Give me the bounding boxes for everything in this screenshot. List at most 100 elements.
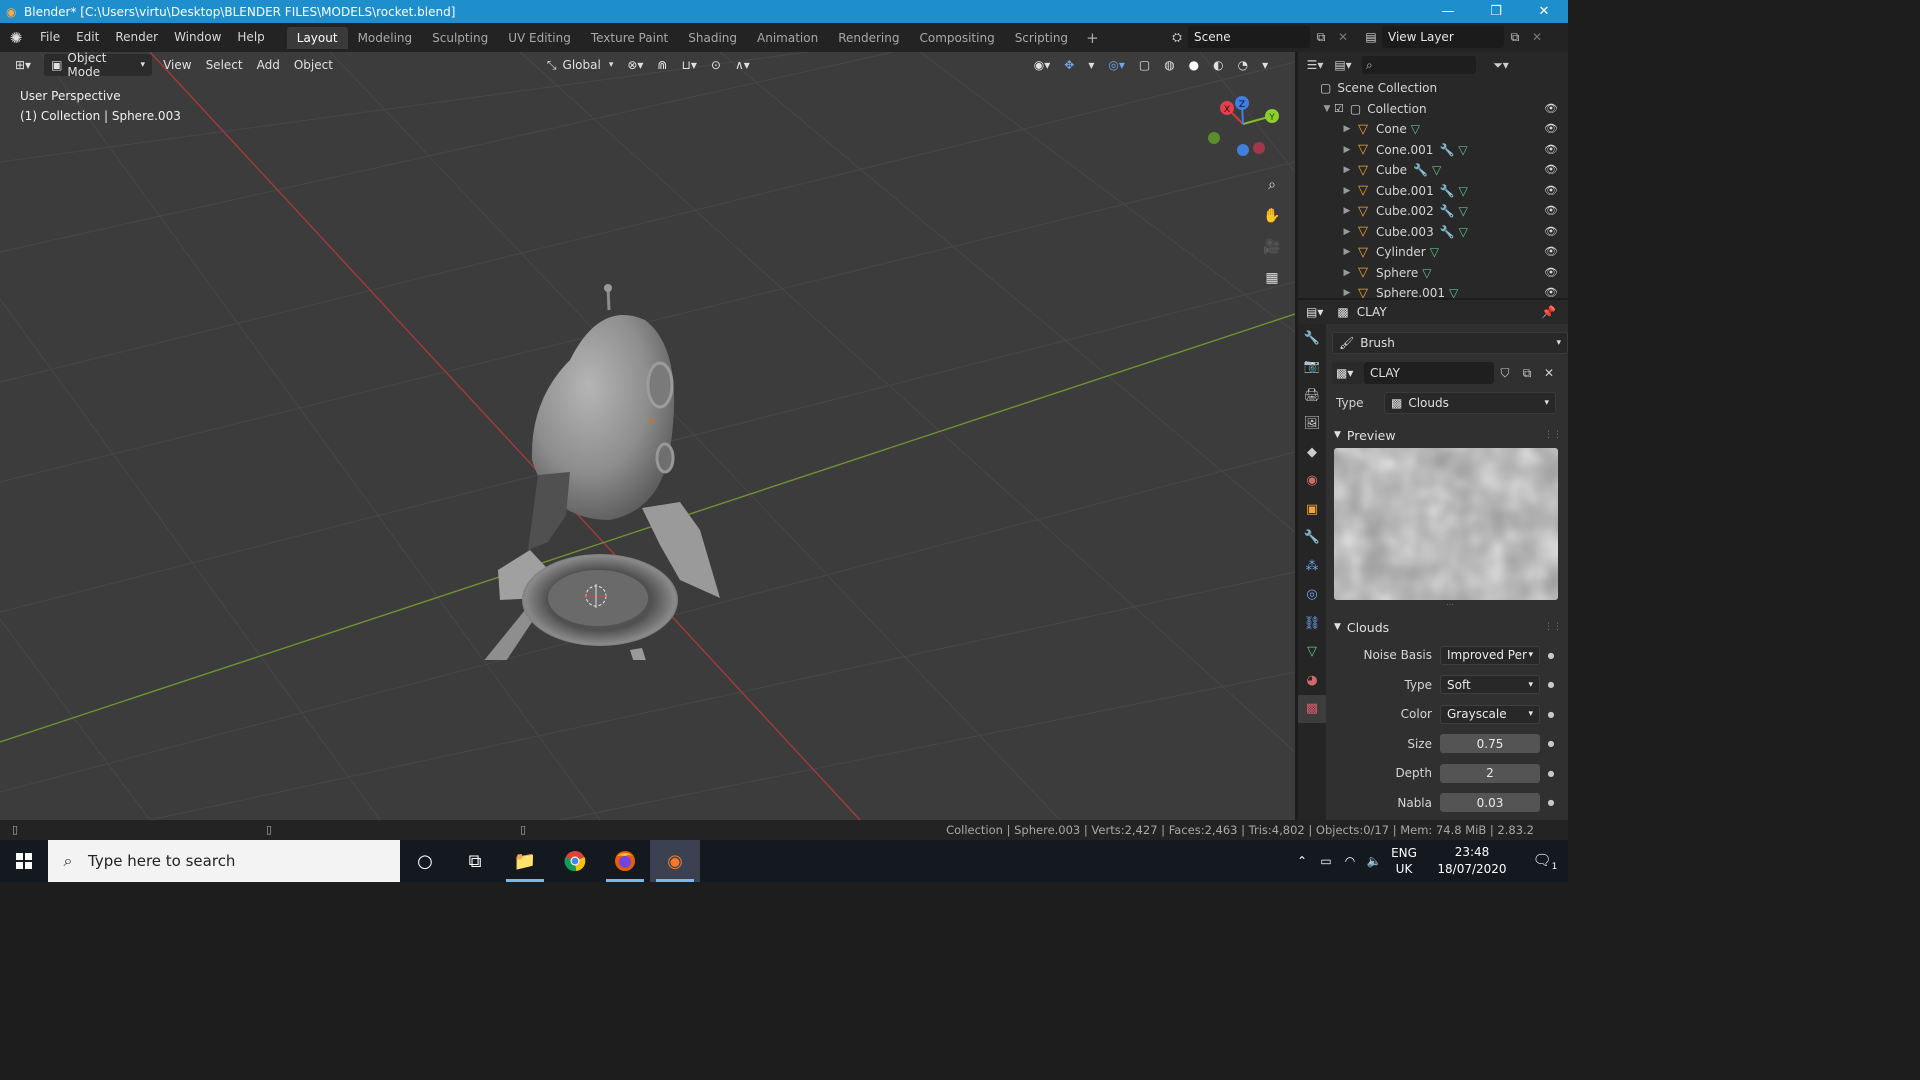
texture-browse-icon[interactable]: ▩▾ (1332, 362, 1364, 384)
keyframe-dot-icon[interactable]: ● (1544, 769, 1558, 778)
taskbar-clock[interactable]: 23:48 18/07/2020 (1422, 844, 1522, 878)
collection-row[interactable]: ▼ ☑ ▢ Collection 👁 (1298, 99, 1568, 120)
firefox-icon[interactable] (600, 840, 650, 882)
render-tab-icon[interactable]: 📷 (1298, 353, 1326, 382)
menu-help[interactable]: Help (229, 23, 272, 52)
mesh-data-icon[interactable]: ▽ (1459, 184, 1468, 198)
material-shading-icon[interactable]: ◐ (1206, 54, 1230, 76)
keyframe-dot-icon[interactable]: ● (1544, 739, 1558, 748)
view-layer-field[interactable]: View Layer (1382, 26, 1504, 48)
mesh-data-icon[interactable]: ▽ (1459, 225, 1468, 239)
tab-texture-paint[interactable]: Texture Paint (581, 27, 678, 49)
texture-name-field[interactable]: CLAY (1364, 362, 1494, 384)
keyframe-dot-icon[interactable]: ● (1544, 798, 1558, 807)
expand-arrow-icon[interactable]: ▶ (1340, 124, 1354, 134)
eye-icon[interactable]: 👁 (1544, 163, 1558, 176)
clouds-panel-header[interactable]: ▼ Clouds ⋮⋮ (1332, 614, 1568, 640)
input-language[interactable]: ENG UK (1386, 845, 1422, 877)
expand-arrow-icon[interactable]: ▶ (1340, 247, 1354, 257)
scene-tab-icon[interactable]: ◆ (1298, 438, 1326, 467)
eye-icon[interactable]: 👁 (1544, 143, 1558, 156)
expand-arrow-icon[interactable]: ▶ (1340, 186, 1354, 196)
outliner-object-row[interactable]: ▶ ▽ Cone ▽ 👁 (1298, 119, 1568, 140)
texture-type-dropdown[interactable]: ▩ Clouds ▾ (1384, 392, 1556, 414)
tab-layout[interactable]: Layout (286, 26, 348, 49)
overlays-icon[interactable]: ◎▾ (1101, 54, 1132, 76)
modifier-wrench-icon[interactable]: 🔧 (1439, 143, 1454, 157)
menu-render[interactable]: Render (107, 23, 166, 52)
property-value-field[interactable]: 2 (1440, 763, 1540, 783)
shading-dropdown-icon[interactable]: ▾ (1255, 54, 1275, 76)
mesh-data-icon[interactable]: ▽ (1459, 204, 1468, 218)
minimize-button[interactable]: — (1424, 0, 1472, 23)
drag-handle-icon[interactable]: ⋮⋮ (1544, 430, 1562, 440)
preview-panel-header[interactable]: ▼ Preview ⋮⋮ (1332, 422, 1568, 448)
keyframe-dot-icon[interactable]: ● (1544, 710, 1558, 719)
outliner-object-row[interactable]: ▶ ▽ Cube.003 🔧 ▽ 👁 (1298, 222, 1568, 243)
property-value-field[interactable]: Improved Perlin▾ (1440, 645, 1540, 665)
tab-modeling[interactable]: Modeling (348, 27, 423, 49)
tool-tab-icon[interactable]: 🔧 (1298, 324, 1326, 353)
navigation-gizmo[interactable]: X Z Y (1203, 94, 1288, 179)
start-button[interactable] (0, 840, 48, 882)
world-tab-icon[interactable]: ◉ (1298, 467, 1326, 496)
outliner-editor-icon[interactable]: ☰▾ (1304, 54, 1326, 76)
eye-icon[interactable]: 👁 (1544, 102, 1558, 115)
expand-arrow-icon[interactable]: ▶ (1340, 268, 1354, 278)
eye-icon[interactable]: 👁 (1544, 204, 1558, 217)
expand-arrow-icon[interactable]: ▶ (1340, 227, 1354, 237)
proportional-edit-icon[interactable]: ⊙ (704, 54, 728, 76)
snap-target-icon[interactable]: ⊔▾ (674, 54, 703, 76)
xray-icon[interactable]: ▢ (1132, 54, 1157, 76)
keyframe-dot-icon[interactable]: ● (1544, 680, 1558, 689)
rocket-model[interactable] (470, 280, 750, 660)
scene-name-field[interactable]: Scene (1188, 26, 1310, 48)
3d-viewport[interactable]: ⊞▾ ▣ Object Mode ▾ View Select Add Objec… (0, 52, 1295, 820)
properties-editor-icon[interactable]: ▤▾ (1306, 305, 1323, 319)
expand-arrow-icon[interactable]: ▶ (1340, 165, 1354, 175)
tab-rendering[interactable]: Rendering (828, 27, 909, 49)
eye-icon[interactable]: 👁 (1544, 225, 1558, 238)
transform-orientation-dropdown[interactable]: ⤡ Global ▾ (540, 54, 620, 76)
zoom-icon[interactable]: ⌕ (1259, 172, 1285, 198)
blender-logo-icon[interactable]: ✺ (0, 29, 32, 47)
tab-sculpting[interactable]: Sculpting (422, 27, 498, 49)
menu-select[interactable]: Select (199, 54, 250, 76)
camera-view-icon[interactable]: 🎥 (1259, 234, 1285, 260)
editor-type-icon[interactable]: ⊞▾ (8, 54, 38, 76)
pin-icon[interactable]: 📌 (1541, 305, 1556, 319)
property-value-field[interactable]: 0.75 (1440, 734, 1540, 753)
gizmo-dropdown-icon[interactable]: ▾ (1081, 54, 1101, 76)
falloff-icon[interactable]: ∧▾ (728, 54, 757, 76)
volume-icon[interactable]: 🔈 (1362, 854, 1386, 868)
property-value-field[interactable]: Grayscale ▾ (1440, 704, 1540, 724)
tab-shading[interactable]: Shading (678, 27, 747, 49)
delete-view-layer-icon[interactable]: ✕ (1526, 26, 1548, 48)
property-value-field[interactable]: 0.03 (1440, 793, 1540, 812)
new-scene-icon[interactable]: ⧉ (1310, 26, 1332, 48)
eye-icon[interactable]: 👁 (1544, 245, 1558, 258)
data-tab-icon[interactable]: ▽ (1298, 638, 1326, 667)
modifier-wrench-icon[interactable]: 🔧 (1440, 225, 1455, 239)
cortana-icon[interactable]: ○ (400, 840, 450, 882)
outliner-object-row[interactable]: ▶ ▽ Sphere.001 ▽ 👁 (1298, 283, 1568, 298)
outliner-object-row[interactable]: ▶ ▽ Cube.002 🔧 ▽ 👁 (1298, 201, 1568, 222)
eye-icon[interactable]: 👁 (1544, 184, 1558, 197)
modifier-wrench-icon[interactable]: 🔧 (1440, 184, 1455, 198)
delete-scene-icon[interactable]: ✕ (1332, 26, 1354, 48)
physics-tab-icon[interactable]: ◎ (1298, 581, 1326, 610)
output-tab-icon[interactable]: 🖨 (1298, 381, 1326, 410)
scene-icon[interactable]: ⛭ (1166, 26, 1188, 48)
notifications-icon[interactable]: 🗨1 (1522, 851, 1568, 872)
expand-arrow-icon[interactable]: ▶ (1340, 288, 1354, 298)
snap-icon[interactable]: ⋒ (650, 54, 674, 76)
expand-arrow-icon[interactable]: ▶ (1340, 206, 1354, 216)
modifier-tab-icon[interactable]: 🔧 (1298, 524, 1326, 553)
object-mode-dropdown[interactable]: ▣ Object Mode ▾ (44, 52, 153, 79)
tab-uv-editing[interactable]: UV Editing (498, 27, 581, 49)
view-layer-icon[interactable]: ▤ (1360, 26, 1382, 48)
outliner-object-row[interactable]: ▶ ▽ Cylinder ▽ 👁 (1298, 242, 1568, 263)
fake-user-shield-icon[interactable]: ⛉ (1494, 362, 1516, 384)
menu-object[interactable]: Object (287, 54, 340, 76)
filter-icon[interactable]: ⏷▾ (1490, 54, 1512, 76)
